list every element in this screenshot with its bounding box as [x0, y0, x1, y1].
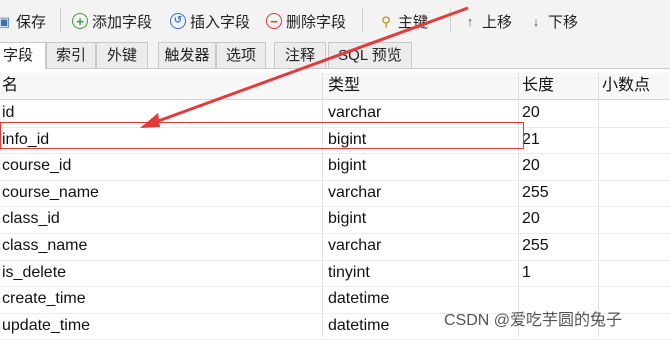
annotation-arrow-line [149, 6, 469, 126]
annotation-arrow [140, 6, 469, 128]
watermark: CSDN @爱吃芋圆的兔子 [444, 312, 623, 329]
annotation-arrow-head [140, 113, 160, 128]
